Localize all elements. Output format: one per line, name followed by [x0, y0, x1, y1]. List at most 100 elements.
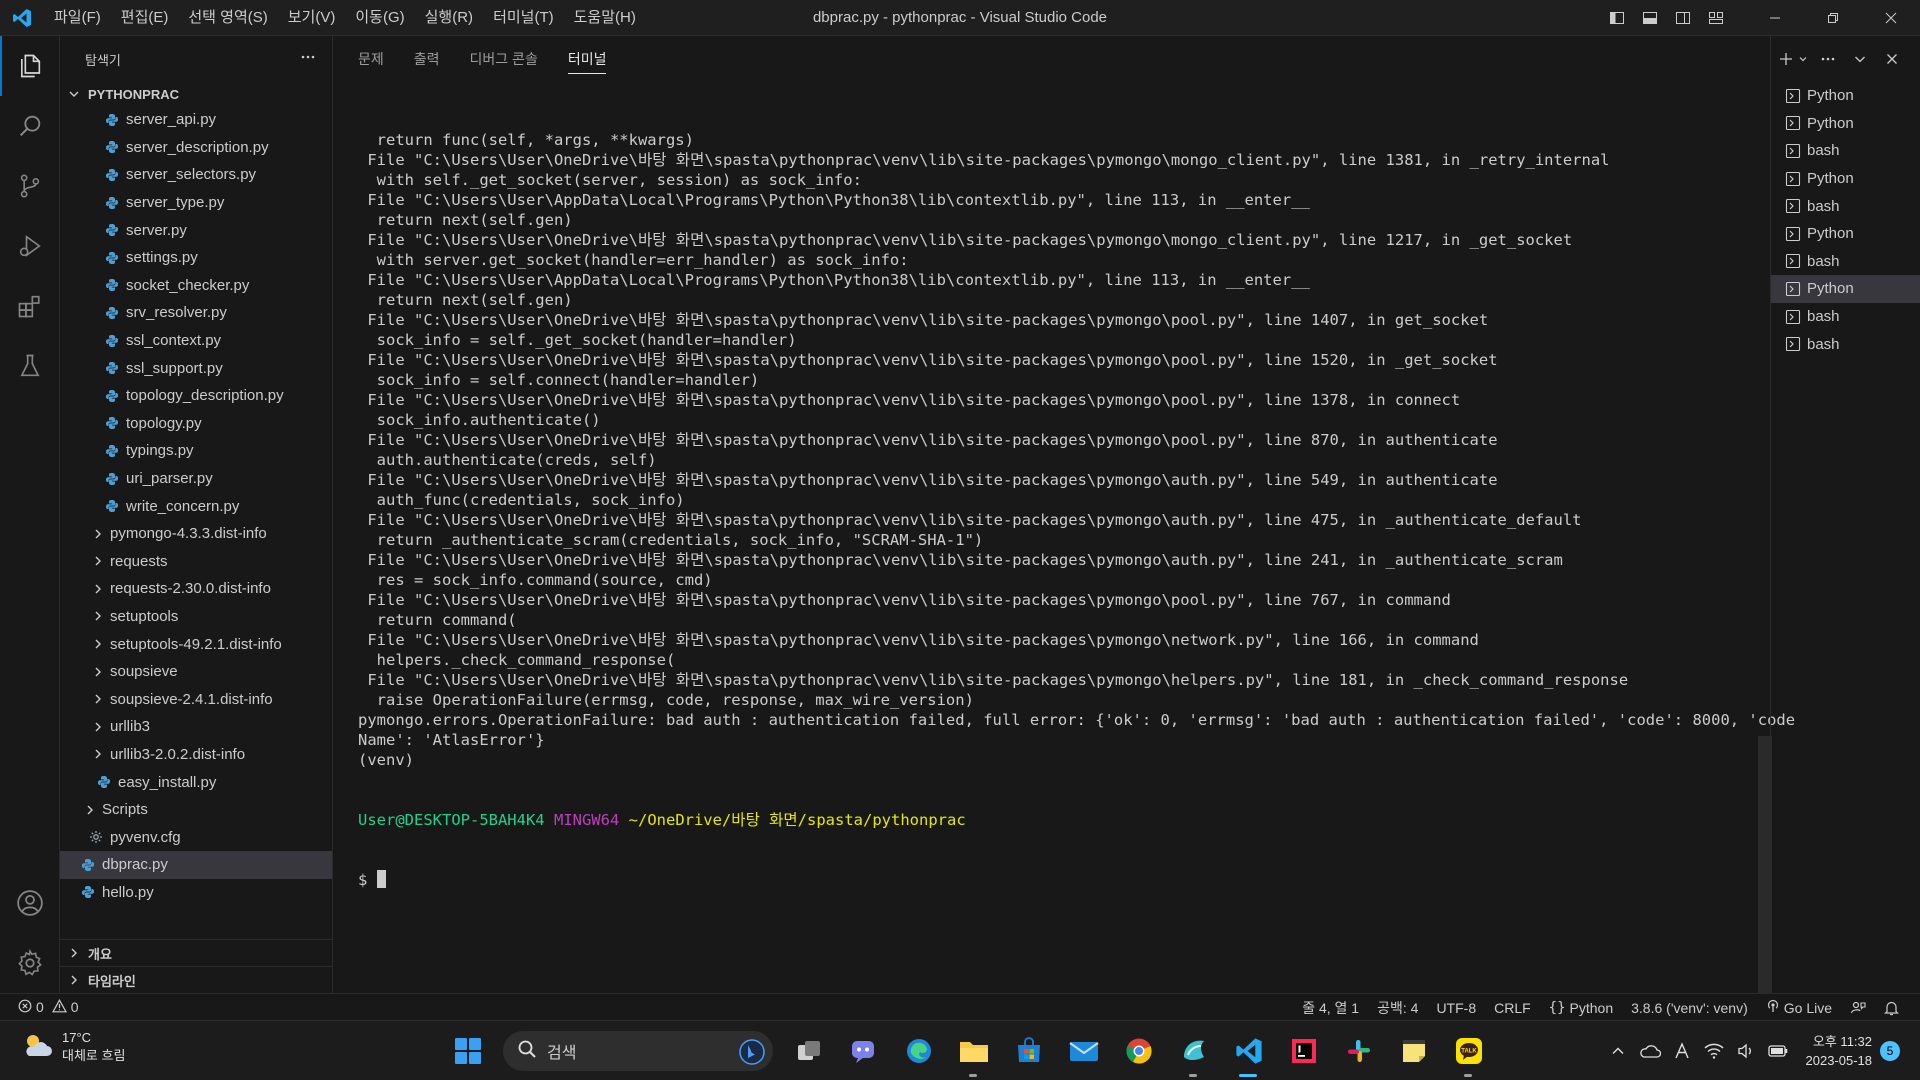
minimize-icon[interactable]: [1746, 0, 1804, 36]
tree-folder[interactable]: Scripts: [60, 796, 332, 824]
tree-file[interactable]: dbprac.py: [60, 851, 332, 879]
tree-folder[interactable]: pymongo-4.3.3.dist-info: [60, 520, 332, 548]
menu-item[interactable]: 실행(R): [415, 4, 483, 32]
search-icon[interactable]: [0, 96, 60, 156]
menu-item[interactable]: 보기(V): [278, 4, 346, 32]
terminal-tab[interactable]: Python: [1771, 110, 1920, 138]
tree-folder[interactable]: urllib3: [60, 713, 332, 741]
notification-count-badge[interactable]: 5: [1880, 1041, 1900, 1061]
tree-file[interactable]: socket_checker.py: [60, 272, 332, 300]
customize-layout-icon[interactable]: [1699, 0, 1732, 36]
tree-folder[interactable]: soupsieve-2.4.1.dist-info: [60, 685, 332, 713]
tree-folder[interactable]: requests: [60, 548, 332, 576]
teams-chat-icon[interactable]: [836, 1021, 891, 1080]
outline-section-header[interactable]: 개요: [60, 939, 332, 966]
volume-icon[interactable]: [1730, 1021, 1762, 1080]
menu-item[interactable]: 파일(F): [44, 4, 111, 32]
tree-file[interactable]: typings.py: [60, 437, 332, 465]
tree-file[interactable]: server_description.py: [60, 134, 332, 162]
terminal-tab[interactable]: bash: [1771, 192, 1920, 220]
cursor-position-status[interactable]: 줄 4, 열 1: [1293, 998, 1368, 1018]
tree-folder[interactable]: urllib3-2.0.2.dist-info: [60, 741, 332, 769]
problems-status[interactable]: 0 0: [18, 998, 88, 1016]
restore-icon[interactable]: [1804, 0, 1862, 36]
tree-folder[interactable]: setuptools: [60, 603, 332, 631]
tree-file[interactable]: write_concern.py: [60, 492, 332, 520]
wifi-icon[interactable]: [1698, 1021, 1730, 1080]
onedrive-cloud-icon[interactable]: [1634, 1021, 1666, 1080]
tree-file[interactable]: uri_parser.py: [60, 465, 332, 493]
tree-folder[interactable]: soupsieve: [60, 658, 332, 686]
extensions-icon[interactable]: [0, 276, 60, 336]
show-hidden-icons-chevron-icon[interactable]: [1602, 1021, 1634, 1080]
terminal-output[interactable]: return func(self, *args, **kwargs) File …: [358, 90, 1920, 930]
slack-icon[interactable]: [1331, 1021, 1386, 1080]
start-windows-icon[interactable]: [440, 1021, 495, 1080]
toggle-secondary-sidebar-icon[interactable]: [1666, 0, 1699, 36]
panel-tab[interactable]: 출력: [414, 36, 440, 82]
tree-file[interactable]: easy_install.py: [60, 768, 332, 796]
task-view-icon[interactable]: [781, 1021, 836, 1080]
terminal-tab[interactable]: Python: [1771, 220, 1920, 248]
panel-tab[interactable]: 터미널: [567, 36, 606, 82]
notifications-bell-icon[interactable]: [1875, 1000, 1908, 1016]
panel-tab[interactable]: 문제: [358, 36, 384, 82]
menu-item[interactable]: 도움말(H): [564, 4, 646, 32]
timeline-section-header[interactable]: 타임라인: [60, 966, 332, 993]
file-explorer-icon[interactable]: [946, 1021, 1001, 1080]
go-live-status[interactable]: Go Live: [1757, 999, 1841, 1016]
terminal-tab[interactable]: bash: [1771, 137, 1920, 165]
language-mode-status[interactable]: {} Python: [1540, 1000, 1622, 1016]
tree-file[interactable]: server_api.py: [60, 106, 332, 134]
terminal-tab[interactable]: Python: [1771, 275, 1920, 303]
tree-file[interactable]: server_type.py: [60, 189, 332, 217]
tree-file[interactable]: hello.py: [60, 879, 332, 907]
interpreter-status[interactable]: 3.8.6 ('venv': venv): [1622, 1000, 1757, 1016]
python-app-icon[interactable]: [1166, 1021, 1221, 1080]
tree-file[interactable]: topology_description.py: [60, 382, 332, 410]
terminal-input-line[interactable]: $: [358, 870, 1920, 890]
tree-file[interactable]: settings.py: [60, 244, 332, 272]
terminal-tab[interactable]: Python: [1771, 165, 1920, 193]
kakaotalk-icon[interactable]: TALK: [1441, 1021, 1496, 1080]
input-method-icon[interactable]: [1666, 1021, 1698, 1080]
menu-item[interactable]: 편집(E): [111, 4, 179, 32]
edge-browser-icon[interactable]: [891, 1021, 946, 1080]
tree-file[interactable]: server.py: [60, 216, 332, 244]
sticky-notes-icon[interactable]: [1386, 1021, 1441, 1080]
toggle-panel-icon[interactable]: [1633, 0, 1666, 36]
source-control-icon[interactable]: [0, 156, 60, 216]
project-folder-header[interactable]: PYTHONPRAC: [60, 82, 332, 106]
terminal-tab[interactable]: bash: [1771, 303, 1920, 331]
menu-item[interactable]: 이동(G): [345, 4, 414, 32]
mail-icon[interactable]: [1056, 1021, 1111, 1080]
microsoft-store-icon[interactable]: [1001, 1021, 1056, 1080]
tree-file[interactable]: topology.py: [60, 410, 332, 438]
tree-folder[interactable]: requests-2.30.0.dist-info: [60, 575, 332, 603]
chrome-browser-icon[interactable]: [1111, 1021, 1166, 1080]
testing-icon[interactable]: [0, 336, 60, 396]
tree-file[interactable]: ssl_context.py: [60, 327, 332, 355]
taskbar-search-box[interactable]: 검색: [503, 1031, 773, 1071]
taskbar-clock[interactable]: 오후 11:32 2023-05-18: [1794, 1032, 1881, 1070]
vscode-taskbar-icon[interactable]: [1221, 1021, 1276, 1080]
close-window-icon[interactable]: [1862, 0, 1920, 36]
vscode-logo-icon[interactable]: [0, 0, 44, 36]
tree-file[interactable]: ssl_support.py: [60, 354, 332, 382]
terminal-tab[interactable]: bash: [1771, 330, 1920, 358]
run-debug-icon[interactable]: [0, 216, 60, 276]
menu-item[interactable]: 선택 영역(S): [178, 4, 277, 32]
panel-tab[interactable]: 디버그 콘솔: [470, 36, 538, 82]
toggle-primary-sidebar-icon[interactable]: [1600, 0, 1633, 36]
tree-folder[interactable]: setuptools-49.2.1.dist-info: [60, 630, 332, 658]
indentation-status[interactable]: 공백: 4: [1368, 998, 1427, 1018]
battery-icon[interactable]: [1762, 1021, 1794, 1080]
encoding-status[interactable]: UTF-8: [1427, 1000, 1485, 1016]
terminal-tab[interactable]: bash: [1771, 248, 1920, 276]
accounts-icon[interactable]: [0, 873, 60, 933]
eol-status[interactable]: CRLF: [1485, 1000, 1540, 1016]
terminal-tab[interactable]: Python: [1771, 82, 1920, 110]
tree-file[interactable]: pyvenv.cfg: [60, 823, 332, 851]
intellij-icon[interactable]: [1276, 1021, 1331, 1080]
menu-item[interactable]: 터미널(T): [483, 4, 564, 32]
